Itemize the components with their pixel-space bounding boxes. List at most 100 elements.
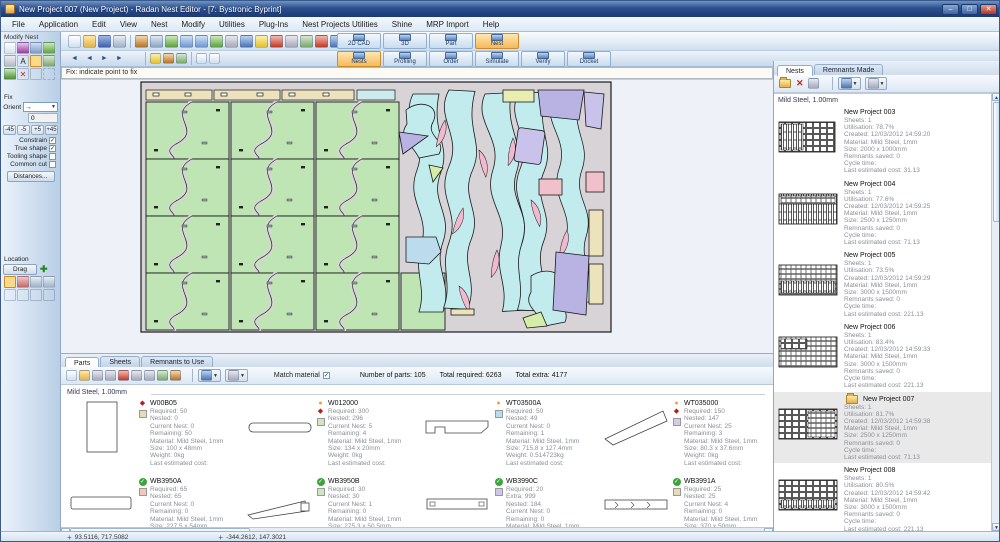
snip-icon[interactable]	[150, 35, 163, 48]
part-image-icon[interactable]	[170, 370, 181, 381]
save-icon[interactable]	[98, 35, 111, 48]
locate-array-icon[interactable]	[43, 276, 55, 288]
info-icon[interactable]	[240, 35, 253, 48]
nest-canvas[interactable]	[61, 79, 773, 353]
menu-application[interactable]: Application	[32, 18, 85, 31]
menu-plugins[interactable]: Plug-Ins	[252, 18, 295, 31]
parts-tool-icon[interactable]	[30, 42, 42, 54]
delete-nest-icon[interactable]: ✕	[796, 78, 804, 89]
move-cross-icon[interactable]: ✚	[40, 265, 48, 274]
fix-tool-icon[interactable]	[30, 55, 42, 67]
part-card[interactable]: ✓ WB3950A Required: 65Nested: 65 Current…	[67, 477, 223, 527]
scrollbar-thumb[interactable]	[993, 102, 1000, 222]
array-tool-icon[interactable]	[43, 55, 55, 67]
window-single-icon[interactable]	[196, 53, 207, 64]
sort-mode-dropdown[interactable]: ▼	[225, 369, 248, 382]
workflow-part-button[interactable]: Part	[429, 33, 473, 49]
sheet-grid-icon[interactable]	[176, 53, 187, 64]
workflow-order-button[interactable]: Order	[429, 51, 473, 67]
ruler-icon[interactable]	[285, 35, 298, 48]
remove-part-icon[interactable]	[315, 35, 328, 48]
menu-view[interactable]: View	[113, 18, 144, 31]
locate-corner-icon[interactable]	[4, 276, 16, 288]
part-lock-icon[interactable]	[92, 370, 103, 381]
part-card[interactable]: ✓ WB3990C Required: 20Extra: 999 Nested:…	[423, 477, 579, 527]
nests-vertical-scrollbar[interactable]: ▲ ▼	[991, 93, 1000, 531]
grey-tool-icon[interactable]	[4, 55, 16, 67]
menu-shine[interactable]: Shine	[385, 18, 419, 31]
nest-props-icon[interactable]	[808, 78, 819, 89]
last-sheet-icon[interactable]: ►	[112, 53, 127, 64]
drag-button[interactable]: Drag	[3, 264, 37, 275]
part-order-icon[interactable]	[144, 370, 155, 381]
workflow-nest-button[interactable]: Nest	[475, 33, 519, 49]
workflow-verify-button[interactable]: Verify	[521, 51, 565, 67]
part-copy-icon[interactable]	[105, 370, 116, 381]
nest-entry[interactable]: New Project 008 Sheets: 1Utilisation: 80…	[774, 463, 992, 531]
view-mode-dropdown[interactable]: ▼	[198, 369, 221, 382]
part-card[interactable]: ✓ WB3950B Required: 30Nested: 30 Current…	[245, 477, 401, 527]
next-sheet-icon[interactable]: ►	[97, 53, 112, 64]
undo-icon[interactable]	[180, 35, 193, 48]
flag-icon[interactable]	[270, 35, 283, 48]
nest-sort-dropdown[interactable]: ▼	[865, 77, 888, 90]
nest-entry[interactable]: New Project 005 Sheets: 1Utilisation: 73…	[774, 248, 992, 320]
workflow-profiling-button[interactable]: Profiling	[383, 51, 427, 67]
workflow-nests-button[interactable]: Nests	[337, 51, 381, 67]
angle-input[interactable]	[28, 113, 58, 123]
sheet-props-icon[interactable]	[163, 53, 174, 64]
lasso-tool-icon[interactable]	[30, 68, 42, 80]
first-sheet-icon[interactable]: ◄	[67, 53, 82, 64]
sheet-bounds-icon[interactable]	[300, 35, 313, 48]
part-card[interactable]: ●◆ WT035000 Required: 150Nested: 147 Cur…	[601, 399, 757, 467]
align-top-icon[interactable]	[30, 289, 42, 301]
attach-icon[interactable]	[165, 35, 178, 48]
redo-icon[interactable]	[195, 35, 208, 48]
menu-nest-projects-utilities[interactable]: Nest Projects Utilities	[295, 18, 385, 31]
tab-remnants-made[interactable]: Remnants Made	[814, 64, 883, 75]
part-card[interactable]: ● WT03500A Required: 50Nested: 49 Curren…	[423, 399, 579, 467]
nest-entry[interactable]: New Project 003 Sheets: 1Utilisation: 78…	[774, 105, 992, 177]
part-delete-icon[interactable]	[118, 370, 129, 381]
open-nest-icon[interactable]	[779, 79, 791, 88]
align-right-icon[interactable]	[17, 289, 29, 301]
rotate-minus45-button[interactable]: -45	[3, 125, 16, 135]
select-circle-tool-icon[interactable]	[43, 68, 55, 80]
tab-nests[interactable]: Nests	[777, 65, 813, 76]
rotate-plus5-button[interactable]: +5	[31, 125, 44, 135]
true-shape-checkbox[interactable]: ✓	[49, 145, 56, 152]
part-fill-icon[interactable]	[131, 370, 142, 381]
align-left-icon[interactable]	[4, 289, 16, 301]
locate-edge-icon[interactable]	[17, 276, 29, 288]
tab-remnants-to-use[interactable]: Remnants to Use	[141, 356, 213, 367]
menu-modify[interactable]: Modify	[174, 18, 212, 31]
nest-entry[interactable]: New Project 006 Sheets: 1Utilisation: 83…	[774, 320, 992, 392]
text-tool-icon[interactable]: A	[17, 55, 29, 67]
window-split-icon[interactable]	[209, 53, 220, 64]
part-card[interactable]: ◆ W00B05 Required: 50Nested: 0 Current N…	[67, 399, 223, 467]
menu-mrp-import[interactable]: MRP Import	[419, 18, 476, 31]
scroll-down-icon[interactable]: ▼	[992, 523, 1000, 531]
tooling-shape-checkbox[interactable]	[49, 153, 56, 160]
close-button[interactable]: ✕	[980, 4, 997, 15]
delete-tool-icon[interactable]: ✕	[17, 68, 29, 80]
align-bottom-icon[interactable]	[43, 289, 55, 301]
workflow-2dcad-button[interactable]: 2D CAD	[337, 33, 381, 49]
constrain-checkbox[interactable]: ✓	[49, 137, 56, 144]
draw-icon[interactable]	[135, 35, 148, 48]
part-card[interactable]: ●◆ W012000 Required: 300Nested: 296 Curr…	[245, 399, 401, 467]
rotate-minus5-button[interactable]: -5	[17, 125, 30, 135]
print-icon[interactable]	[113, 35, 126, 48]
locate-grid-icon[interactable]	[30, 276, 42, 288]
common-cut-checkbox[interactable]	[49, 161, 56, 168]
add-part-tool-icon[interactable]	[43, 42, 55, 54]
nest-view-dropdown[interactable]: ▼	[838, 77, 861, 90]
menu-help[interactable]: Help	[476, 18, 506, 31]
part-card[interactable]: ✓ WB3991A Required: 25Nested: 25 Current…	[601, 477, 757, 527]
flag-tool-icon[interactable]	[17, 42, 29, 54]
nest-entry[interactable]: New Project 004 Sheets: 1Utilisation: 77…	[774, 177, 992, 249]
part-table-icon[interactable]	[157, 370, 168, 381]
open-icon[interactable]	[83, 35, 96, 48]
menu-edit[interactable]: Edit	[85, 18, 113, 31]
minimize-button[interactable]: –	[942, 4, 959, 15]
